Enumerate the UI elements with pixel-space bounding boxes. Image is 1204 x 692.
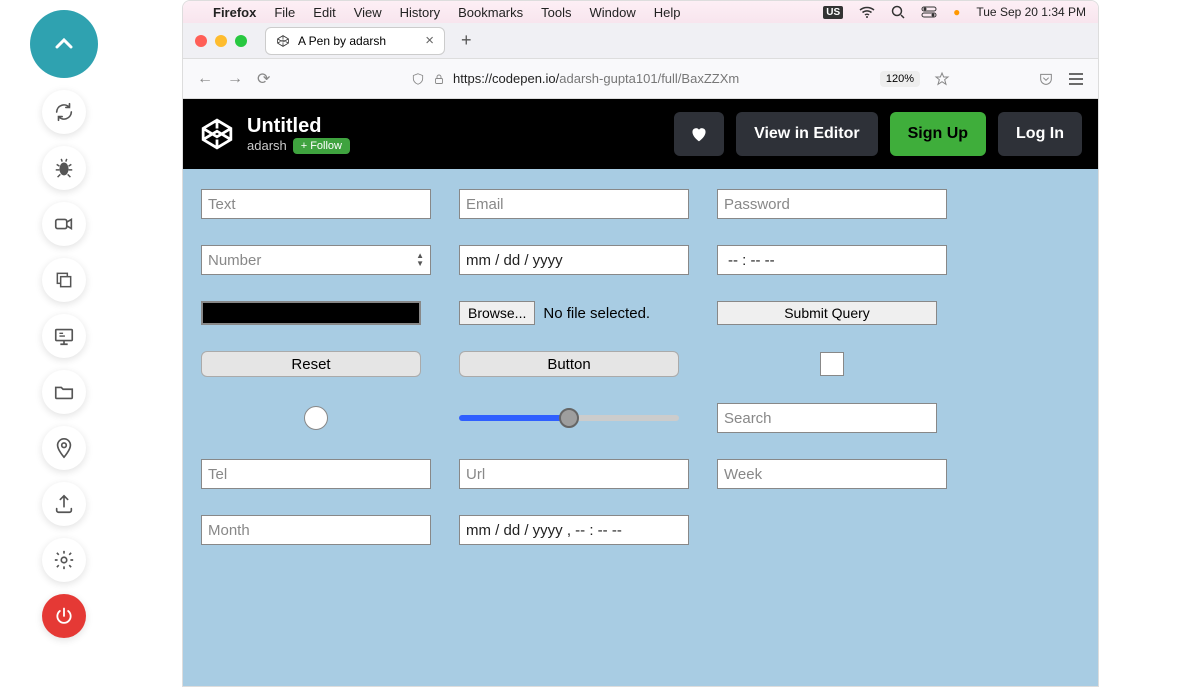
input-source-badge[interactable]: US xyxy=(823,6,843,19)
floating-sidebar xyxy=(30,10,98,638)
window-controls xyxy=(195,35,247,47)
follow-button[interactable]: + Follow xyxy=(293,138,350,154)
shield-icon xyxy=(411,72,425,86)
submit-button[interactable]: Submit Query xyxy=(717,301,937,325)
menubar-item[interactable]: Tools xyxy=(541,5,571,20)
app-menu-icon[interactable] xyxy=(1068,72,1084,86)
reload-button[interactable]: ⟳ xyxy=(257,69,270,89)
lock-icon xyxy=(433,72,445,86)
power-icon[interactable] xyxy=(42,594,86,638)
pen-author[interactable]: adarsh xyxy=(247,138,287,153)
checkbox-input[interactable] xyxy=(820,352,844,376)
zoom-badge[interactable]: 120% xyxy=(880,71,920,87)
close-window-button[interactable] xyxy=(195,35,207,47)
view-in-editor-button[interactable]: View in Editor xyxy=(736,112,878,156)
menubar-item[interactable]: History xyxy=(400,5,440,20)
pocket-icon[interactable] xyxy=(1038,71,1054,87)
address-bar[interactable]: https://codepen.io/adarsh-gupta101/full/… xyxy=(284,71,865,86)
url-host: https://codepen.io/ xyxy=(453,71,559,86)
tab-title: A Pen by adarsh xyxy=(298,34,386,48)
month-input[interactable] xyxy=(201,515,431,545)
search-icon[interactable] xyxy=(891,5,905,19)
range-input[interactable] xyxy=(459,415,679,421)
bug-icon[interactable] xyxy=(42,146,86,190)
upload-icon[interactable] xyxy=(42,482,86,526)
menubar-item[interactable]: Help xyxy=(654,5,681,20)
wifi-icon[interactable] xyxy=(859,6,875,18)
control-center-icon[interactable] xyxy=(921,6,937,18)
pen-title: Untitled xyxy=(247,115,350,138)
tel-input[interactable] xyxy=(201,459,431,489)
bookmark-star-icon[interactable] xyxy=(934,71,950,87)
browser-tab[interactable]: A Pen by adarsh × xyxy=(265,27,445,55)
tab-close-button[interactable]: × xyxy=(425,32,434,49)
video-icon[interactable] xyxy=(42,202,86,246)
log-in-button[interactable]: Log In xyxy=(998,112,1082,156)
time-input[interactable]: -- : -- -- xyxy=(717,245,947,275)
collapse-button[interactable] xyxy=(30,10,98,78)
pen-content: Number▲▼ mm / dd / yyyy -- : -- -- Brows… xyxy=(183,169,1098,686)
browser-window: Firefox File Edit View History Bookmarks… xyxy=(182,0,1099,687)
tab-strip: A Pen by adarsh × + xyxy=(183,23,1098,59)
codepen-header: Untitled adarsh + Follow View in Editor … xyxy=(183,99,1098,169)
number-input[interactable]: Number▲▼ xyxy=(201,245,431,275)
gear-icon[interactable] xyxy=(42,538,86,582)
status-dot-icon: ● xyxy=(953,5,960,19)
menubar-item[interactable]: View xyxy=(354,5,382,20)
copy-icon[interactable] xyxy=(42,258,86,302)
back-button[interactable]: ← xyxy=(197,70,213,88)
sign-up-button[interactable]: Sign Up xyxy=(890,112,986,156)
url-input[interactable] xyxy=(459,459,689,489)
location-icon[interactable] xyxy=(42,426,86,470)
folder-icon[interactable] xyxy=(42,370,86,414)
color-input[interactable] xyxy=(201,301,421,325)
mac-menubar: Firefox File Edit View History Bookmarks… xyxy=(183,1,1098,23)
password-input[interactable] xyxy=(717,189,947,219)
menubar-item[interactable]: File xyxy=(274,5,295,20)
chevron-up-icon xyxy=(55,38,73,50)
file-status-text: No file selected. xyxy=(543,305,650,322)
url-toolbar: ← → ⟳ https://codepen.io/adarsh-gupta101… xyxy=(183,59,1098,99)
forward-button[interactable]: → xyxy=(227,70,243,88)
date-input[interactable]: mm / dd / yyyy xyxy=(459,245,689,275)
heart-button[interactable] xyxy=(674,112,724,156)
menubar-app[interactable]: Firefox xyxy=(213,5,256,20)
week-input[interactable] xyxy=(717,459,947,489)
reset-button[interactable]: Reset xyxy=(201,351,421,377)
text-input[interactable] xyxy=(201,189,431,219)
menubar-datetime[interactable]: Tue Sep 20 1:34 PM xyxy=(976,5,1086,19)
menubar-item[interactable]: Window xyxy=(590,5,636,20)
maximize-window-button[interactable] xyxy=(235,35,247,47)
new-tab-button[interactable]: + xyxy=(455,30,478,51)
codepen-favicon-icon xyxy=(276,34,290,48)
radio-input[interactable] xyxy=(304,406,328,430)
codepen-logo-icon xyxy=(199,116,235,152)
menubar-item[interactable]: Edit xyxy=(313,5,335,20)
menubar-item[interactable]: Bookmarks xyxy=(458,5,523,20)
sync-icon[interactable] xyxy=(42,90,86,134)
search-input[interactable] xyxy=(717,403,937,433)
monitor-icon[interactable] xyxy=(42,314,86,358)
slider-thumb-icon[interactable] xyxy=(559,408,579,428)
file-browse-button[interactable]: Browse... xyxy=(459,301,535,325)
minimize-window-button[interactable] xyxy=(215,35,227,47)
email-input[interactable] xyxy=(459,189,689,219)
number-stepper-icon[interactable]: ▲▼ xyxy=(416,252,424,268)
datetime-local-input[interactable]: mm / dd / yyyy , -- : -- -- xyxy=(459,515,689,545)
url-path: adarsh-gupta101/full/BaxZZXm xyxy=(559,71,739,86)
button-input[interactable]: Button xyxy=(459,351,679,377)
